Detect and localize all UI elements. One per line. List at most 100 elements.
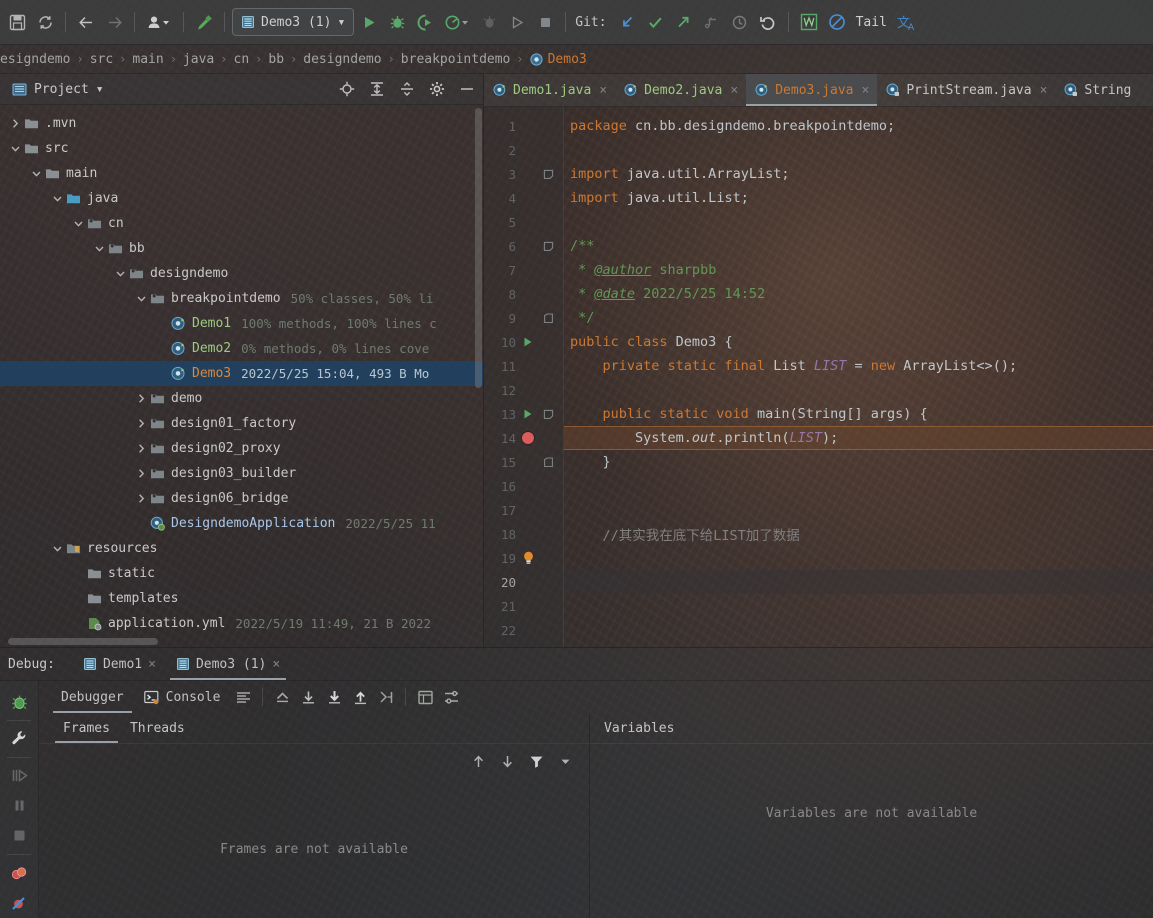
project-tree-horizontal-scrollbar[interactable] — [8, 638, 158, 645]
tree-twisty-icon[interactable] — [71, 218, 85, 229]
step-over-icon[interactable] — [295, 684, 321, 710]
code-line[interactable] — [564, 498, 1153, 522]
chevron-down-icon[interactable] — [558, 754, 573, 769]
translate-icon[interactable]: 文A — [893, 9, 923, 35]
code-line[interactable] — [564, 546, 1153, 570]
breadcrumb-item-7[interactable]: breakpointdemo — [396, 52, 516, 67]
tree-twisty-icon[interactable] — [134, 418, 148, 429]
settings-icon[interactable] — [438, 684, 464, 710]
code-line[interactable]: public class Demo3 { — [564, 330, 1153, 354]
code-line[interactable]: public static void main(String[] args) { — [564, 402, 1153, 426]
code-line[interactable] — [564, 474, 1153, 498]
tree-row[interactable]: .mvn — [0, 111, 483, 136]
breadcrumb-item-2[interactable]: main — [127, 52, 168, 67]
tree-row[interactable]: Demo3 2022/5/25 15:04, 493 B Mo — [0, 361, 483, 386]
tab-console[interactable]: Console — [134, 681, 231, 713]
tree-twisty-icon[interactable] — [134, 293, 148, 304]
gutter-line[interactable]: 8 — [484, 282, 564, 306]
back-arrow-icon[interactable] — [73, 9, 99, 35]
code-line[interactable]: //其实我在底下给LIST加了数据 — [564, 522, 1153, 546]
tree-row[interactable]: design06_bridge — [0, 486, 483, 511]
tail-label[interactable]: Tail — [856, 15, 887, 30]
breadcrumb-item-6[interactable]: designdemo — [298, 52, 386, 67]
project-tree[interactable]: .mvn src main java cn bb designdemo breakpointd… — [0, 105, 483, 647]
git-push-icon[interactable] — [671, 9, 697, 35]
tree-twisty-icon[interactable] — [134, 443, 148, 454]
gutter-line[interactable]: 16 — [484, 474, 564, 498]
debug-button[interactable] — [384, 9, 410, 35]
arrow-down-icon[interactable] — [500, 754, 515, 769]
gutter-line[interactable]: 17 — [484, 498, 564, 522]
tree-row[interactable]: resources — [0, 536, 483, 561]
filter-icon[interactable] — [529, 754, 544, 769]
gutter-line[interactable]: 1 — [484, 114, 564, 138]
gutter-line[interactable]: 12 — [484, 378, 564, 402]
git-commit-icon[interactable] — [643, 9, 669, 35]
wiki-icon[interactable] — [796, 9, 822, 35]
tree-row[interactable]: application.yml 2022/5/19 11:49, 21 B 202… — [0, 611, 483, 636]
expand-all-icon[interactable] — [369, 81, 385, 97]
settings-wrench-icon[interactable] — [3, 724, 35, 754]
run-with-coverage-button[interactable] — [412, 9, 438, 35]
git-rollback-icon[interactable] — [755, 9, 781, 35]
editor-tabs[interactable]: Demo1.java × Demo2.java × Demo3.java × PrintSt… — [484, 74, 1153, 107]
run-configuration-selector[interactable]: Demo3 (1) ▾ — [232, 8, 355, 36]
settings-gear-icon[interactable] — [429, 81, 445, 97]
editor-tab-string[interactable]: String — [1055, 74, 1139, 106]
step-into-icon[interactable] — [321, 684, 347, 710]
close-icon[interactable]: × — [599, 83, 607, 98]
breadcrumb-item-5[interactable]: bb — [263, 52, 289, 67]
fold-end-icon[interactable] — [540, 312, 556, 324]
fold-end-icon[interactable] — [540, 456, 556, 468]
gutter-line[interactable]: 10 — [484, 330, 564, 354]
hide-panel-icon[interactable] — [459, 81, 475, 97]
breadcrumb-item-current[interactable]: Demo3 — [525, 52, 592, 67]
step-out-icon[interactable] — [347, 684, 373, 710]
chevron-down-icon[interactable]: ▾ — [96, 82, 104, 97]
tree-row[interactable]: Demo2 0% methods, 0% lines cove — [0, 336, 483, 361]
code-line[interactable]: /** — [564, 234, 1153, 258]
editor-tab-printstream-java[interactable]: PrintStream.java × — [877, 74, 1055, 106]
gutter-line[interactable]: 7 — [484, 258, 564, 282]
git-update-project-icon[interactable] — [615, 9, 641, 35]
code-line[interactable]: import java.util.List; — [564, 186, 1153, 210]
tree-twisty-icon[interactable] — [134, 468, 148, 479]
breadcrumb-item-0[interactable]: esigndemo — [0, 52, 75, 67]
tree-row[interactable]: design01_factory — [0, 411, 483, 436]
fold-open-icon[interactable] — [540, 241, 556, 252]
debug-session-tab-demo3[interactable]: Demo3 (1) × — [166, 648, 290, 680]
build-hammer-icon[interactable] — [191, 9, 217, 35]
gutter-line[interactable]: 11 — [484, 354, 564, 378]
breadcrumb-item-1[interactable]: src — [85, 52, 118, 67]
gutter-line[interactable]: 22 — [484, 618, 564, 642]
editor-tab-demo1-java[interactable]: Demo1.java × — [484, 74, 615, 106]
close-icon[interactable]: × — [730, 83, 738, 98]
tree-row[interactable]: templates — [0, 586, 483, 611]
tree-row[interactable]: demo — [0, 386, 483, 411]
gutter-line[interactable]: 5 — [484, 210, 564, 234]
editor-tab-demo3-java[interactable]: Demo3.java × — [746, 74, 878, 106]
run-button[interactable] — [356, 9, 382, 35]
layout-settings-icon[interactable] — [230, 684, 256, 710]
gutter-line[interactable]: 20 — [484, 570, 564, 594]
fold-open-icon[interactable] — [540, 169, 556, 180]
tree-twisty-icon[interactable] — [113, 268, 127, 279]
code-line[interactable]: import java.util.ArrayList; — [564, 162, 1153, 186]
code-line[interactable]: private static final List LIST = new Arr… — [564, 354, 1153, 378]
tree-row[interactable]: src — [0, 136, 483, 161]
editor-tab-demo2-java[interactable]: Demo2.java × — [615, 74, 746, 106]
debug-bug-icon[interactable] — [3, 687, 35, 717]
save-icon[interactable] — [4, 9, 30, 35]
run-gutter-icon[interactable] — [518, 408, 538, 420]
chevron-down-icon[interactable]: ▾ — [337, 15, 345, 30]
gutter-line[interactable]: 6 — [484, 234, 564, 258]
breakpoint-icon[interactable] — [518, 432, 538, 444]
fold-open-icon[interactable] — [540, 409, 556, 420]
gutter-line[interactable]: 3 — [484, 162, 564, 186]
arrow-up-icon[interactable] — [471, 754, 486, 769]
project-tree-vertical-scrollbar[interactable] — [475, 108, 482, 388]
tree-row[interactable]: design02_proxy — [0, 436, 483, 461]
code-line[interactable] — [564, 138, 1153, 162]
tree-twisty-icon[interactable] — [8, 143, 22, 154]
gutter-line[interactable]: 19 — [484, 546, 564, 570]
